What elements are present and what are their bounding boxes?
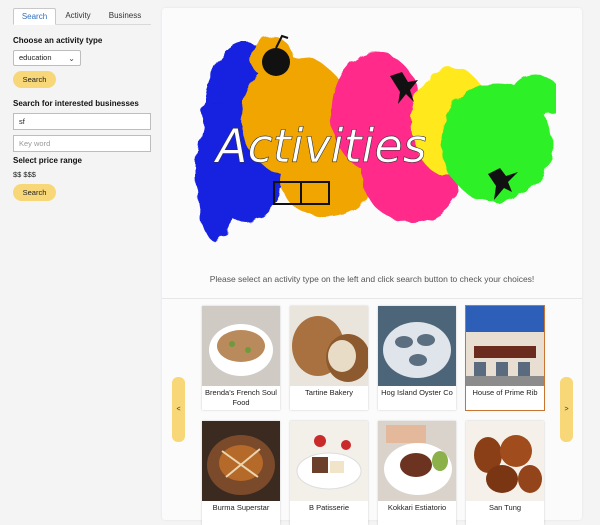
business-card-0[interactable]: Brenda's French Soul Food <box>202 306 280 410</box>
banner-word: Activities <box>213 119 427 173</box>
business-photo <box>290 306 368 386</box>
business-photo <box>378 421 456 501</box>
business-photo <box>202 306 280 386</box>
activity-type-label: Choose an activity type <box>13 36 103 45</box>
business-card-3[interactable]: House of Prime Rib <box>465 305 545 411</box>
sidebar: Search Activity Business Choose an activ… <box>0 0 160 525</box>
business-card-7[interactable]: San Tung <box>466 421 544 525</box>
tab-activity[interactable]: Activity <box>56 8 100 25</box>
activity-search-button[interactable]: Search <box>13 71 56 88</box>
business-name: Brenda's French Soul Food <box>205 388 277 407</box>
business-name: Hog Island Oyster Co <box>381 388 453 397</box>
tab-business[interactable]: Business <box>100 8 150 25</box>
main-panel: Activities Please select an activity typ… <box>162 8 582 525</box>
tab-search[interactable]: Search <box>13 8 56 25</box>
business-search-button[interactable]: Search <box>13 184 56 201</box>
business-photo <box>202 421 280 501</box>
tab-bar: Search Activity Business <box>13 8 151 25</box>
business-photo <box>290 421 368 501</box>
activity-type-value: education <box>19 53 52 62</box>
price-range-label: Select price range <box>13 156 82 165</box>
carousel-prev-button[interactable]: < <box>172 377 185 442</box>
business-search-label: Search for interested businesses <box>13 99 139 108</box>
location-input[interactable]: sf <box>13 113 151 130</box>
keyword-input[interactable]: Key word <box>13 135 151 152</box>
business-name: Burma Superstar <box>212 503 270 512</box>
business-name: B Patisserie <box>308 503 350 512</box>
business-name: San Tung <box>488 503 522 512</box>
business-card-1[interactable]: Tartine Bakery <box>290 306 368 410</box>
activities-banner-image: Activities <box>196 34 556 242</box>
business-photo <box>466 306 544 386</box>
business-card-6[interactable]: Kokkari Estiatorio <box>378 421 456 525</box>
divider <box>162 298 582 299</box>
carousel-next-button[interactable]: > <box>560 377 573 442</box>
business-card-5[interactable]: B Patisserie <box>290 421 368 525</box>
business-card-2[interactable]: Hog Island Oyster Co <box>378 306 456 410</box>
business-name: Tartine Bakery <box>305 388 353 397</box>
activity-type-select[interactable]: education ⌄ <box>13 50 81 66</box>
instruction-message: Please select an activity type on the le… <box>209 274 535 284</box>
price-range-options[interactable]: $$ $$$ <box>13 170 36 179</box>
business-photo <box>466 421 544 501</box>
chevron-down-icon: ⌄ <box>68 54 75 63</box>
business-card-4[interactable]: Burma Superstar <box>202 421 280 525</box>
business-photo <box>378 306 456 386</box>
business-name: Kokkari Estiatorio <box>387 503 447 512</box>
business-name: House of Prime Rib <box>472 388 538 397</box>
